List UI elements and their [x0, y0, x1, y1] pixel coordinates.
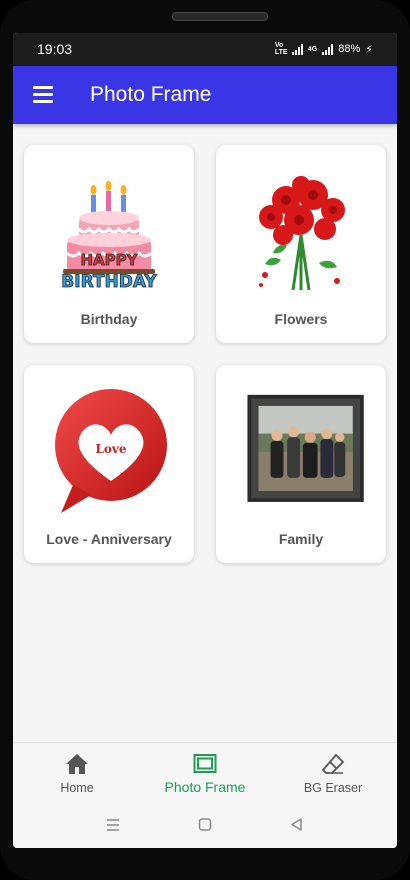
- phone-speaker: [172, 12, 268, 21]
- svg-text:Love: Love: [95, 442, 126, 456]
- birthday-cake-image: HAPPY BIRTHDAY: [61, 181, 158, 292]
- nav-home[interactable]: Home: [13, 743, 141, 803]
- page-title: Photo Frame: [90, 83, 212, 106]
- photo-frame-icon: [193, 754, 217, 773]
- volte-indicator: Vo LTE: [274, 42, 288, 56]
- category-label: Birthday: [80, 311, 138, 327]
- phone-frame: 19:03 Vo LTE 4G 88% ⚡ Photo Frame HAPPY …: [0, 0, 410, 880]
- charging-icon: ⚡: [365, 43, 373, 56]
- status-icons: Vo LTE 4G 88% ⚡: [275, 42, 373, 56]
- category-card-family[interactable]: Family: [216, 365, 386, 563]
- hamburger-menu-icon[interactable]: [33, 86, 53, 103]
- bottom-navigation: Home Photo Frame BG Eraser: [13, 742, 397, 803]
- nav-label: BG Eraser: [303, 781, 363, 795]
- eraser-icon: [321, 753, 345, 774]
- svg-text:HAPPY: HAPPY: [80, 251, 138, 269]
- nav-label: Photo Frame: [164, 779, 246, 795]
- nav-label: Home: [60, 781, 94, 795]
- network-type: 4G: [307, 45, 318, 53]
- red-roses-image: [259, 176, 345, 291]
- category-label: Flowers: [274, 311, 328, 327]
- nav-bg-eraser[interactable]: BG Eraser: [269, 743, 397, 803]
- battery-level: 88%: [338, 43, 361, 55]
- recent-apps-icon[interactable]: [101, 814, 125, 836]
- category-label: Family: [278, 531, 324, 547]
- system-navigation-bar: [13, 802, 397, 848]
- status-bar: 19:03 Vo LTE 4G 88% ⚡: [13, 33, 397, 66]
- nav-photo-frame[interactable]: Photo Frame: [141, 743, 269, 803]
- signal-icon-2: [322, 43, 334, 55]
- svg-text:BIRTHDAY: BIRTHDAY: [61, 272, 157, 292]
- category-card-flowers[interactable]: Flowers: [216, 145, 386, 343]
- app-bar: Photo Frame: [13, 66, 397, 124]
- home-icon: [66, 754, 88, 774]
- family-photo-frame-image: [247, 394, 364, 502]
- category-label: Love - Anniversary: [46, 531, 172, 547]
- status-time: 19:03: [37, 41, 73, 57]
- screen: 19:03 Vo LTE 4G 88% ⚡ Photo Frame HAPPY …: [13, 33, 397, 848]
- category-card-birthday[interactable]: HAPPY BIRTHDAY Birthday: [24, 145, 194, 343]
- back-icon[interactable]: [285, 814, 309, 836]
- love-heart-bubble-image: Love: [55, 389, 167, 513]
- home-button-icon[interactable]: [193, 814, 217, 836]
- category-card-love-anniversary[interactable]: Love Love - Anniversary: [24, 365, 194, 563]
- signal-icon: [291, 43, 303, 55]
